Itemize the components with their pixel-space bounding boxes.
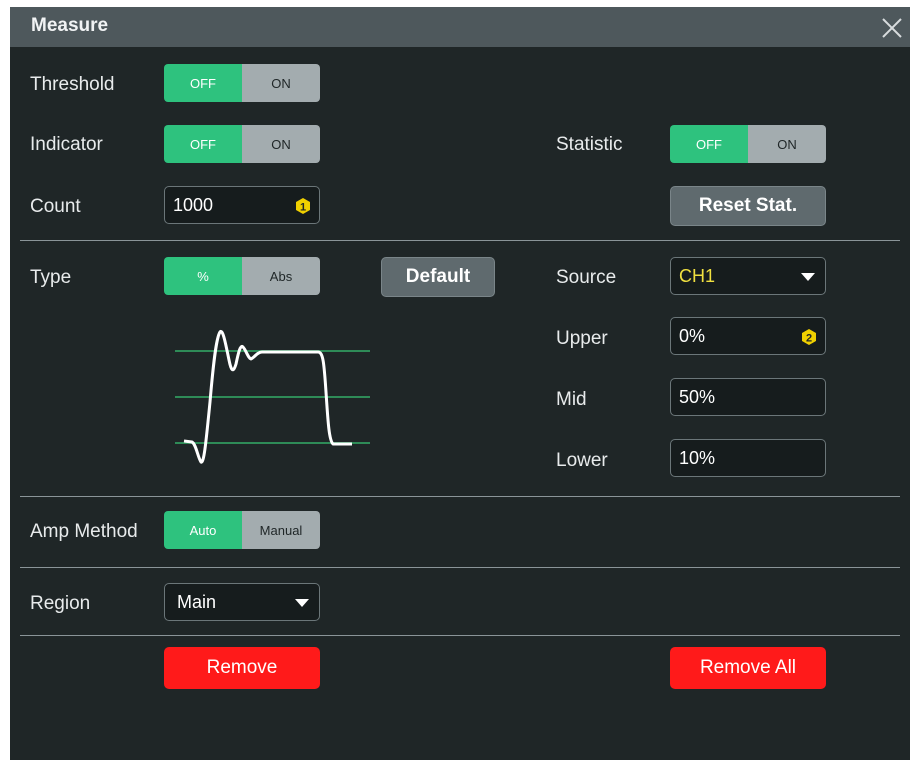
statistic-label: Statistic <box>556 134 623 155</box>
dropdown-arrow-icon <box>801 273 815 281</box>
divider <box>20 567 900 568</box>
region-value: Main <box>177 592 217 612</box>
threshold-off-option[interactable]: OFF <box>164 64 242 102</box>
type-abs-option[interactable]: Abs <box>242 257 320 295</box>
upper-label: Upper <box>556 328 608 349</box>
type-percent-option[interactable]: % <box>164 257 242 295</box>
statistic-toggle[interactable]: OFF ON <box>670 125 826 163</box>
title-bar: Measure <box>10 7 910 47</box>
threshold-on-option[interactable]: ON <box>242 64 320 102</box>
lower-value: 10% <box>679 448 716 468</box>
count-value: 1000 <box>173 195 214 215</box>
divider <box>20 240 900 241</box>
upper-value: 0% <box>679 326 706 346</box>
source-value: CH1 <box>679 266 716 286</box>
knob-2-badge-icon: 2 <box>802 329 816 345</box>
svg-text:2: 2 <box>806 333 812 345</box>
amp-method-label: Amp Method <box>30 521 138 542</box>
dropdown-arrow-icon <box>295 599 309 607</box>
remove-button[interactable]: Remove <box>164 647 320 689</box>
type-toggle[interactable]: % Abs <box>164 257 320 295</box>
dialog-title: Measure <box>31 15 109 36</box>
statistic-on-option[interactable]: ON <box>748 125 826 163</box>
indicator-on-option[interactable]: ON <box>242 125 320 163</box>
count-input[interactable]: 1000 1 <box>164 186 320 224</box>
indicator-label: Indicator <box>30 134 103 155</box>
source-select[interactable]: CH1 <box>670 257 826 295</box>
close-icon[interactable] <box>880 16 904 40</box>
threshold-waveform-illustration <box>175 329 370 464</box>
type-label: Type <box>30 267 72 288</box>
amp-method-auto-option[interactable]: Auto <box>164 511 242 549</box>
lower-label: Lower <box>556 450 608 471</box>
source-label: Source <box>556 267 617 288</box>
knob-1-badge-icon: 1 <box>296 198 310 214</box>
amp-method-manual-option[interactable]: Manual <box>242 511 320 549</box>
measure-dialog: Measure Threshold OFF ON Indicator OFF O… <box>10 7 910 760</box>
region-select[interactable]: Main <box>164 583 320 621</box>
default-button[interactable]: Default <box>381 257 495 297</box>
remove-all-button[interactable]: Remove All <box>670 647 826 689</box>
amp-method-toggle[interactable]: Auto Manual <box>164 511 320 549</box>
divider <box>20 496 900 497</box>
mid-input[interactable]: 50% <box>670 378 826 416</box>
lower-input[interactable]: 10% <box>670 439 826 477</box>
count-label: Count <box>30 196 81 217</box>
threshold-label: Threshold <box>30 74 115 95</box>
divider <box>20 635 900 636</box>
upper-input[interactable]: 0% 2 <box>670 317 826 355</box>
mid-value: 50% <box>679 387 716 407</box>
reset-stat-button[interactable]: Reset Stat. <box>670 186 826 226</box>
statistic-off-option[interactable]: OFF <box>670 125 748 163</box>
indicator-off-option[interactable]: OFF <box>164 125 242 163</box>
indicator-toggle[interactable]: OFF ON <box>164 125 320 163</box>
threshold-toggle[interactable]: OFF ON <box>164 64 320 102</box>
mid-label: Mid <box>556 389 587 410</box>
svg-text:1: 1 <box>300 202 306 214</box>
region-label: Region <box>30 593 91 614</box>
